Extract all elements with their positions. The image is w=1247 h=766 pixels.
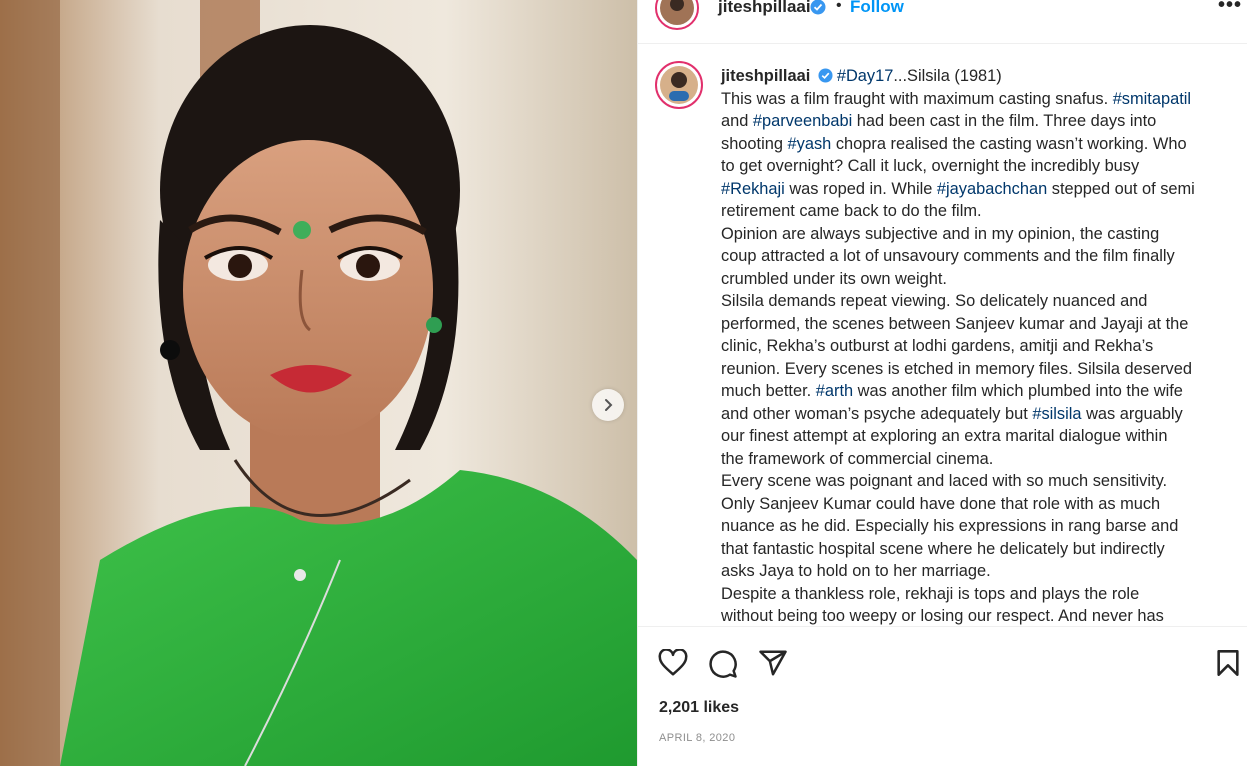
portrait-photo xyxy=(0,0,637,766)
comment-icon[interactable] xyxy=(708,649,738,679)
caption-segment: ...Silsila (1981) xyxy=(893,67,1002,85)
bookmark-icon[interactable] xyxy=(1216,649,1240,677)
caption-segment: and other woman’s psyche adequately but xyxy=(721,404,1033,423)
user-avatar[interactable] xyxy=(655,0,699,30)
caption-avatar[interactable] xyxy=(655,61,703,109)
caption-text: jiteshpillaai #Day17...Silsila (1981) Thi… xyxy=(721,65,1226,626)
follow-button[interactable]: Follow xyxy=(850,0,904,17)
hashtag-link[interactable]: #silsila xyxy=(1032,405,1081,423)
caption-segment: without being too weepy or losing our re… xyxy=(721,607,1164,625)
caption-segment: that fantastic hospital scene where he d… xyxy=(721,539,1165,558)
caption-segment: This was a film fraught with maximum cas… xyxy=(721,89,1113,108)
caption-segment: and xyxy=(721,112,753,130)
post-image[interactable] xyxy=(0,0,637,766)
caption-segment: shooting xyxy=(721,134,788,153)
caption-username[interactable]: jiteshpillaai xyxy=(721,67,810,85)
hashtag-link[interactable]: #arth xyxy=(816,382,853,400)
caption-segment: Despite a thankless role, rekhaji is top… xyxy=(721,584,1140,603)
header-username[interactable]: jiteshpillaai xyxy=(718,0,811,17)
caption-segment: the framework of commercial cinema. xyxy=(721,449,994,468)
post-actions: 2,201 likes APRIL 8, 2020 xyxy=(638,626,1247,766)
caption-segment: coup attracted a lot of unsavoury commen… xyxy=(721,247,1175,265)
hashtag-link[interactable]: #yash xyxy=(788,135,832,153)
heart-icon[interactable] xyxy=(658,649,688,677)
share-icon[interactable] xyxy=(758,649,788,677)
caption-segment: our finest attempt at exploring an extra… xyxy=(721,427,1168,445)
caption-segment: much better. xyxy=(721,382,816,400)
caption-segment: chopra realised the casting wasn’t worki… xyxy=(831,134,1187,153)
caption-segment: performed, the scenes between Sanjeev ku… xyxy=(721,314,1189,333)
caption-area: jiteshpillaai #Day17...Silsila (1981) Thi… xyxy=(638,44,1247,626)
separator-dot: • xyxy=(836,0,842,14)
hashtag-link[interactable]: #jayabachchan xyxy=(937,180,1047,198)
next-image-button[interactable] xyxy=(592,389,624,421)
caption-segment: Only Sanjeev Kumar could have done that … xyxy=(721,494,1161,513)
hashtag-link[interactable]: #smitapatil xyxy=(1113,90,1191,108)
verified-badge-icon xyxy=(810,0,826,15)
chevron-right-icon xyxy=(605,399,613,411)
caption-segment: crumbled under its own weight. xyxy=(721,269,947,288)
caption-segment: was arguably xyxy=(1081,404,1183,423)
post-header: jiteshpillaai • Follow ••• xyxy=(638,0,1247,44)
caption-segment: clinic, Rekha’s outburst at lodhi garden… xyxy=(721,337,1154,355)
caption-segment: asks Jaya to hold on to her marriage. xyxy=(721,562,991,580)
caption-segment: retirement came back to do the film. xyxy=(721,202,982,220)
caption-body: #Day17...Silsila (1981) This was a film f… xyxy=(721,67,1195,625)
more-options-icon[interactable]: ••• xyxy=(1218,0,1242,17)
caption-segment: Opinion are always subjective and in my … xyxy=(721,224,1160,243)
caption-segment: nuance as he did. Especially his express… xyxy=(721,517,1179,535)
hashtag-link[interactable]: #Rekhaji xyxy=(721,180,785,198)
hashtag-link[interactable]: #Day17 xyxy=(837,67,894,85)
likes-count[interactable]: 2,201 likes xyxy=(659,699,739,717)
verified-badge-icon xyxy=(818,68,833,83)
caption-segment: to get overnight? Call it luck, overnigh… xyxy=(721,157,1140,175)
hashtag-link[interactable]: #parveenbabi xyxy=(753,112,852,130)
post-date[interactable]: APRIL 8, 2020 xyxy=(659,732,735,744)
caption-segment: was roped in. While xyxy=(784,179,937,198)
caption-segment: reunion. Every scenes is etched in memor… xyxy=(721,359,1192,378)
caption-segment: stepped out of semi xyxy=(1047,179,1195,198)
caption-segment: was another film which plumbed into the … xyxy=(853,382,1183,400)
caption-segment: Every scene was poignant and laced with … xyxy=(721,472,1168,490)
post-sidebar: jiteshpillaai • Follow ••• jiteshpillaai… xyxy=(637,0,1247,766)
caption-segment: Silsila demands repeat viewing. So delic… xyxy=(721,292,1148,310)
caption-segment: had been cast in the film. Three days in… xyxy=(852,112,1157,130)
